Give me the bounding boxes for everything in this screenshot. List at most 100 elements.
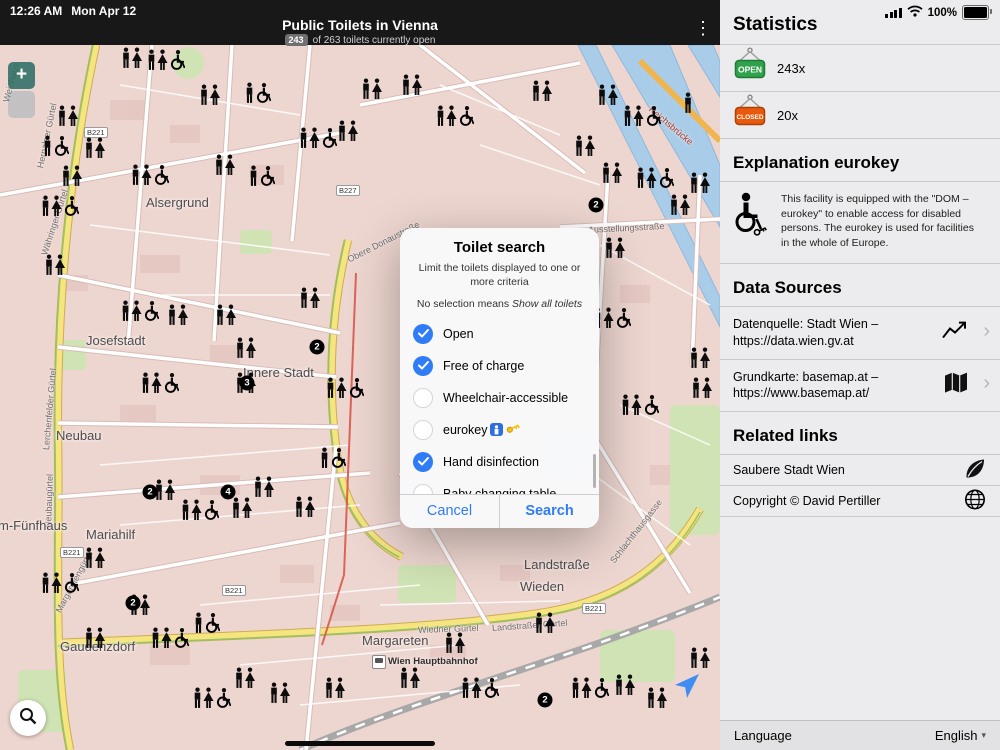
home-indicator[interactable] (285, 741, 435, 746)
toilet-marker[interactable] (236, 337, 257, 358)
toilet-marker[interactable] (690, 647, 711, 668)
toilet-marker[interactable] (647, 687, 668, 708)
toilet-marker[interactable] (338, 120, 359, 141)
toilet-marker[interactable] (168, 304, 189, 325)
toilet-marker[interactable] (215, 154, 236, 175)
filter-option-free-of-charge[interactable]: Free of charge (400, 350, 599, 382)
zoom-in-button[interactable]: + (8, 62, 35, 89)
toilet-marker[interactable] (636, 167, 674, 188)
toilet-marker[interactable] (141, 372, 179, 393)
related-link-saubere-stadt[interactable]: Saubere Stadt Wien (720, 454, 1000, 485)
toilet-marker[interactable] (575, 135, 596, 156)
toilet-marker[interactable] (232, 497, 253, 518)
checkbox-checked[interactable] (413, 324, 433, 344)
district-label: m-Fünfhaus (0, 518, 67, 533)
cluster-badge[interactable]: 4 (221, 485, 236, 500)
toilet-marker[interactable] (270, 682, 291, 703)
cluster-badge[interactable]: 2 (143, 485, 158, 500)
filter-option-baby-changing-table[interactable]: Baby changing table (400, 478, 599, 494)
scrollbar[interactable] (593, 454, 596, 488)
toilet-marker[interactable] (461, 677, 499, 698)
filter-option-hand-disinfection[interactable]: Hand disinfection (400, 446, 599, 478)
toilet-marker[interactable] (571, 677, 609, 698)
checkbox-unchecked[interactable] (413, 388, 433, 408)
toilet-marker[interactable] (85, 137, 106, 158)
toilet-marker[interactable] (41, 572, 79, 593)
toilet-marker[interactable] (155, 479, 176, 500)
toilet-marker[interactable] (62, 165, 83, 186)
toilet-marker[interactable] (623, 105, 661, 126)
checkbox-unchecked[interactable] (413, 484, 433, 494)
filter-option-open[interactable]: Open (400, 318, 599, 350)
toilet-marker[interactable] (194, 612, 220, 633)
toilet-marker[interactable] (598, 84, 619, 105)
menu-icon[interactable]: ⋮ (692, 18, 714, 39)
toilet-marker[interactable] (602, 162, 623, 183)
toilet-marker[interactable] (193, 687, 231, 708)
toilet-marker[interactable] (690, 172, 711, 193)
toilet-marker[interactable] (254, 476, 275, 497)
cluster-badge[interactable]: 2 (589, 198, 604, 213)
toilet-marker[interactable] (235, 667, 256, 688)
toilet-marker[interactable] (605, 237, 626, 258)
toilet-marker[interactable] (85, 547, 106, 568)
toilet-marker[interactable] (45, 254, 66, 275)
toilet-marker[interactable] (249, 165, 275, 186)
data-source-row-basemap[interactable]: Grundkarte: basemap.at – https://www.bas… (720, 359, 1000, 413)
related-link-copyright[interactable]: Copyright © David Pertiller (720, 485, 1000, 517)
toilet-marker[interactable] (692, 377, 713, 398)
map-icon (944, 372, 968, 399)
toilet-marker[interactable] (121, 300, 159, 321)
road-ref-label: B227 (336, 185, 360, 196)
toilet-marker[interactable] (436, 105, 474, 126)
toilet-marker[interactable] (535, 612, 556, 633)
language-select[interactable]: English ▾ (935, 728, 986, 743)
map-canvas[interactable]: AlsergrundJosefstadtInnere StadtNeubauMa… (0, 45, 720, 750)
cluster-badge[interactable]: 3 (240, 376, 255, 391)
toilet-marker[interactable] (445, 632, 466, 653)
toilet-marker[interactable] (216, 304, 237, 325)
data-source-row-wien[interactable]: Datenquelle: Stadt Wien – https://data.w… (720, 306, 1000, 359)
locate-button[interactable] (672, 673, 702, 703)
toilet-marker[interactable] (122, 47, 143, 68)
toilet-marker[interactable] (325, 677, 346, 698)
toilet-marker[interactable] (245, 82, 271, 103)
toilet-marker[interactable] (131, 164, 169, 185)
checkbox-unchecked[interactable] (413, 420, 433, 440)
toilet-marker[interactable] (147, 49, 185, 70)
toilet-marker[interactable] (690, 347, 711, 368)
toilet-marker[interactable] (615, 674, 636, 695)
search-submit-button[interactable]: Search (499, 495, 599, 528)
cluster-badge[interactable]: 2 (538, 693, 553, 708)
eurokey-heading: Explanation eurokey (720, 139, 1000, 181)
cluster-badge[interactable]: 2 (126, 596, 141, 611)
toilet-marker[interactable] (621, 394, 659, 415)
note-italic: Show all toilets (512, 298, 582, 310)
toilet-marker[interactable] (670, 194, 691, 215)
filter-option-wheelchair-accessible[interactable]: Wheelchair-accessible (400, 382, 599, 414)
toilet-marker[interactable] (299, 127, 337, 148)
filter-option-eurokey[interactable]: eurokey (400, 414, 599, 446)
toilet-marker[interactable] (58, 105, 79, 126)
checkbox-checked[interactable] (413, 356, 433, 376)
toilet-marker[interactable] (41, 195, 79, 216)
search-button[interactable] (10, 700, 46, 736)
toilet-marker[interactable] (532, 80, 553, 101)
toilet-marker[interactable] (326, 377, 364, 398)
toilet-marker[interactable] (43, 135, 69, 156)
checkbox-checked[interactable] (413, 452, 433, 472)
toilet-marker[interactable] (85, 627, 106, 648)
toilet-marker[interactable] (362, 78, 383, 99)
cluster-badge[interactable]: 2 (310, 340, 325, 355)
toilet-marker[interactable] (151, 627, 189, 648)
toilet-marker[interactable] (200, 84, 221, 105)
cancel-button[interactable]: Cancel (400, 495, 499, 528)
toilet-marker[interactable] (181, 499, 219, 520)
zoom-out-button[interactable] (8, 91, 35, 118)
toilet-marker[interactable] (684, 92, 693, 113)
toilet-marker[interactable] (300, 287, 321, 308)
toilet-marker[interactable] (295, 496, 316, 517)
toilet-marker[interactable] (400, 667, 421, 688)
toilet-marker[interactable] (320, 447, 346, 468)
toilet-marker[interactable] (402, 74, 423, 95)
